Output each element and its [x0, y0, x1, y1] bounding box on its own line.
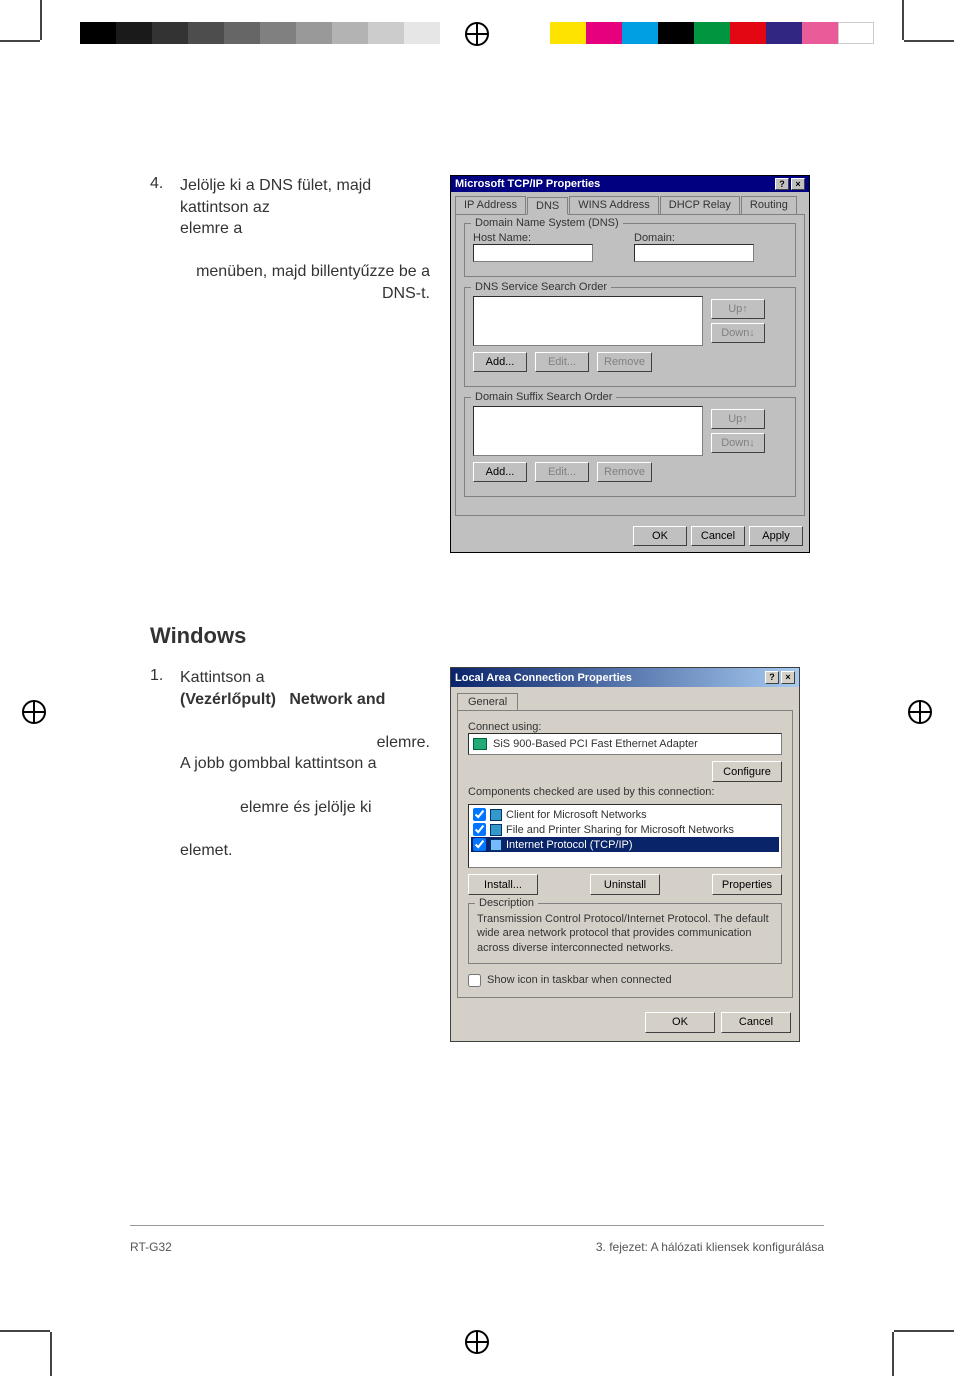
component-client[interactable]: Client for Microsoft Networks	[471, 807, 779, 822]
component-checkbox[interactable]	[473, 838, 486, 851]
help-button[interactable]: ?	[765, 671, 779, 684]
titlebar: Local Area Connection Properties ? ×	[451, 668, 799, 687]
description-text: Transmission Control Protocol/Internet P…	[477, 912, 773, 955]
step1-text: Kattintson a (Vezérlőpult) Network and e…	[180, 667, 430, 861]
step4-line1: Jelölje ki a DNS fület, majd kattintson …	[180, 177, 371, 216]
dialog-title: Local Area Connection Properties	[455, 672, 632, 684]
nic-icon	[473, 738, 487, 750]
dns-service-list[interactable]	[473, 296, 703, 346]
group-suffix-title: Domain Suffix Search Order	[471, 391, 616, 403]
component-tcpip[interactable]: Internet Protocol (TCP/IP)	[471, 837, 779, 852]
up-button[interactable]: Up↑	[711, 299, 765, 319]
step4-line2: elemre a	[180, 220, 242, 237]
show-icon-label: Show icon in taskbar when connected	[487, 974, 672, 986]
suffix-list[interactable]	[473, 406, 703, 456]
dialog-title: Microsoft TCP/IP Properties	[455, 178, 600, 190]
heading-windows: Windows	[150, 623, 810, 649]
tab-dhcp-relay[interactable]: DHCP Relay	[660, 196, 740, 214]
down-button[interactable]: Down↓	[711, 433, 765, 453]
remove-button[interactable]: Remove	[597, 352, 652, 372]
domain-label: Domain:	[634, 232, 787, 244]
host-name-label: Host Name:	[473, 232, 626, 244]
step4-line3: menüben, majd billentyűzze be a DNS-t.	[196, 263, 430, 302]
component-file-sharing[interactable]: File and Printer Sharing for Microsoft N…	[471, 822, 779, 837]
down-button[interactable]: Down↓	[711, 323, 765, 343]
step-number: 1.	[150, 667, 180, 685]
properties-button[interactable]: Properties	[712, 874, 782, 895]
help-button[interactable]: ?	[775, 178, 789, 190]
edit-button[interactable]: Edit...	[535, 462, 589, 482]
registration-mark-icon	[22, 700, 46, 724]
footer-rule	[130, 1225, 824, 1226]
components-list[interactable]: Client for Microsoft Networks File and P…	[468, 804, 782, 868]
domain-input[interactable]	[634, 244, 754, 262]
host-name-input[interactable]	[473, 244, 593, 262]
tab-wins[interactable]: WINS Address	[569, 196, 659, 214]
tcpip-properties-dialog: Microsoft TCP/IP Properties ? × IP Addre…	[450, 175, 810, 553]
step-number: 4.	[150, 175, 180, 193]
registration-mark-icon	[465, 22, 489, 46]
components-label: Components checked are used by this conn…	[468, 786, 782, 798]
install-button[interactable]: Install...	[468, 874, 538, 895]
component-checkbox[interactable]	[473, 808, 486, 821]
component-checkbox[interactable]	[473, 823, 486, 836]
ok-button[interactable]: OK	[645, 1012, 715, 1033]
grayscale-swatches	[80, 22, 440, 44]
show-icon-checkbox[interactable]	[468, 974, 481, 987]
ok-button[interactable]: OK	[633, 526, 687, 546]
tabs: IP Address DNS WINS Address DHCP Relay R…	[451, 192, 809, 214]
step-1: 1. Kattintson a (Vezérlőpult) Network an…	[150, 667, 430, 861]
titlebar: Microsoft TCP/IP Properties ? ×	[451, 176, 809, 192]
uninstall-button[interactable]: Uninstall	[590, 874, 660, 895]
cancel-button[interactable]: Cancel	[691, 526, 745, 546]
add-button[interactable]: Add...	[473, 462, 527, 482]
connect-using-label: Connect using:	[468, 721, 782, 733]
adapter-name: SiS 900-Based PCI Fast Ethernet Adapter	[493, 738, 698, 750]
step-4: 4. Jelölje ki a DNS fület, majd kattints…	[150, 175, 430, 305]
tab-routing[interactable]: Routing	[741, 196, 797, 214]
apply-button[interactable]: Apply	[749, 526, 803, 546]
protocol-icon	[490, 839, 502, 851]
registration-mark-icon	[908, 700, 932, 724]
tab-dns[interactable]: DNS	[527, 197, 568, 215]
edit-button[interactable]: Edit...	[535, 352, 589, 372]
close-button[interactable]: ×	[791, 178, 805, 190]
lan-connection-properties-dialog: Local Area Connection Properties ? × Gen…	[450, 667, 800, 1042]
close-button[interactable]: ×	[781, 671, 795, 684]
remove-button[interactable]: Remove	[597, 462, 652, 482]
description-group-title: Description	[475, 897, 538, 909]
group-service-title: DNS Service Search Order	[471, 281, 611, 293]
group-dns-title: Domain Name System (DNS)	[471, 217, 623, 229]
cancel-button[interactable]: Cancel	[721, 1012, 791, 1033]
tab-general[interactable]: General	[457, 693, 518, 710]
client-icon	[490, 809, 502, 821]
color-swatches	[550, 22, 874, 44]
footer-left: RT-G32	[130, 1240, 172, 1254]
registration-mark-icon	[465, 1330, 489, 1354]
tab-ip-address[interactable]: IP Address	[455, 196, 526, 214]
adapter-box: SiS 900-Based PCI Fast Ethernet Adapter	[468, 733, 782, 755]
page-content: 4. Jelölje ki a DNS fület, majd kattints…	[150, 175, 810, 1042]
up-button[interactable]: Up↑	[711, 409, 765, 429]
footer-right: 3. fejezet: A hálózati kliensek konfigur…	[596, 1240, 824, 1254]
configure-button[interactable]: Configure	[712, 761, 782, 782]
sharing-icon	[490, 824, 502, 836]
page-footer: RT-G32 3. fejezet: A hálózati kliensek k…	[130, 1240, 824, 1254]
add-button[interactable]: Add...	[473, 352, 527, 372]
